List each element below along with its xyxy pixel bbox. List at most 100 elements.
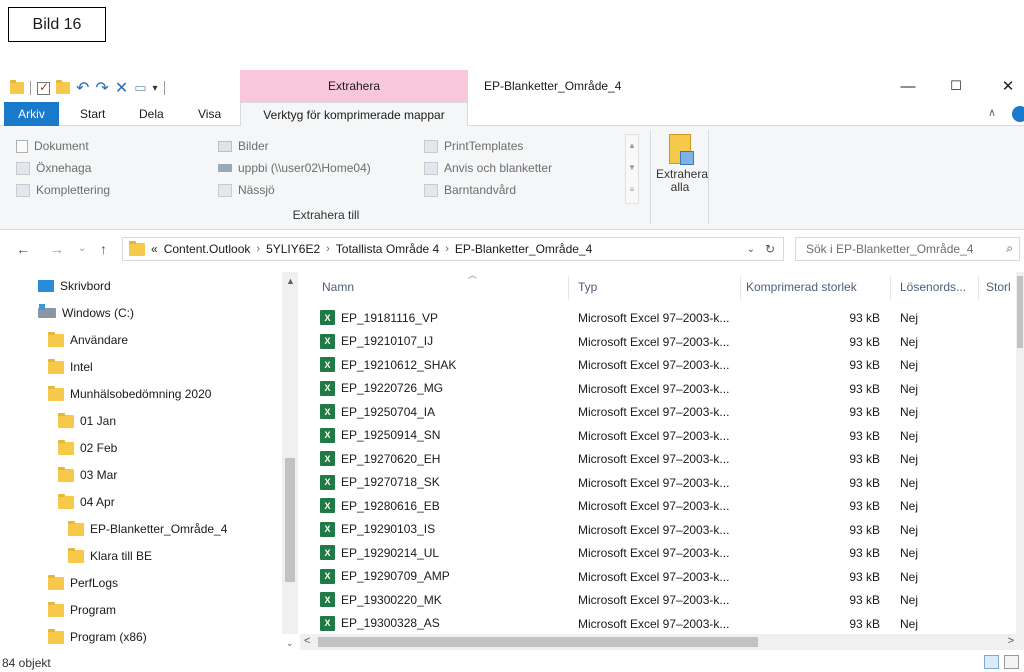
forward-arrow-icon[interactable]: → xyxy=(50,241,64,257)
redo-icon[interactable]: ↷ xyxy=(95,78,108,98)
recent-locations-chevron-icon[interactable]: ⌄ xyxy=(78,243,86,254)
nav-item-desktop[interactable]: Skrivbord xyxy=(38,274,111,298)
breadcrumb-separator-icon[interactable]: › xyxy=(445,243,449,255)
file-password: Nej xyxy=(900,475,919,490)
gallery-more-icon[interactable]: ≡ xyxy=(626,179,638,201)
file-row[interactable]: X EP_19270620_EH Microsoft Excel 97–2003-k… xyxy=(300,447,1016,470)
scrollbar-thumb[interactable] xyxy=(1017,276,1023,348)
collapse-ribbon-icon[interactable]: ∧ xyxy=(988,106,996,119)
address-bar[interactable]: « Content.Outlook › 5YLIY6E2 › Totallist… xyxy=(122,237,784,261)
column-header-size[interactable]: Storl xyxy=(986,272,1011,302)
column-divider[interactable] xyxy=(568,276,569,300)
ribbon-dest-item[interactable]: Barntandvård xyxy=(424,180,516,200)
file-row[interactable]: X EP_19250704_IA Microsoft Excel 97–2003-k… xyxy=(300,400,1016,423)
nav-item-folder[interactable]: Intel xyxy=(48,355,93,379)
details-view-icon[interactable] xyxy=(984,655,999,669)
nav-item-folder[interactable]: Munhälsobedömning 2020 xyxy=(48,382,211,406)
ribbon-dest-item[interactable]: PrintTemplates xyxy=(424,136,523,156)
tab-start[interactable]: Start xyxy=(80,102,105,126)
nav-item-folder[interactable]: EP-Blanketter_Område_4 xyxy=(68,517,227,541)
delete-icon[interactable]: ✕ xyxy=(115,78,128,98)
breadcrumb-overflow[interactable]: « xyxy=(151,242,158,256)
new-folder-icon[interactable] xyxy=(56,80,70,94)
file-row[interactable]: X EP_19270718_SK Microsoft Excel 97–2003-k… xyxy=(300,471,1016,494)
file-row[interactable]: X EP_19290214_UL Microsoft Excel 97–2003-k… xyxy=(300,541,1016,564)
scrollbar-thumb[interactable] xyxy=(285,458,295,582)
tab-compressed-folder-tools[interactable]: Verktyg för komprimerade mappar xyxy=(240,102,468,127)
file-row[interactable]: X EP_19210612_SHAK Microsoft Excel 97–2003… xyxy=(300,353,1016,376)
gallery-down-icon[interactable]: ▼ xyxy=(626,157,638,179)
gallery-up-icon[interactable]: ▲ xyxy=(626,135,638,157)
breadcrumb-item[interactable]: 5YLIY6E2 xyxy=(266,242,320,256)
minimize-button[interactable]: — xyxy=(888,74,928,98)
nav-item-folder[interactable]: Program (x86) xyxy=(48,625,147,649)
breadcrumb-item[interactable]: Content.Outlook xyxy=(164,242,251,256)
ribbon-dest-item[interactable]: Anvis och blanketter xyxy=(424,158,552,178)
file-row[interactable]: X EP_19300328_AS Microsoft Excel 97–2003-k… xyxy=(300,612,1016,635)
nav-item-folder[interactable]: Program xyxy=(48,598,116,622)
back-arrow-icon[interactable]: ← xyxy=(16,241,30,257)
column-header-type[interactable]: Typ xyxy=(578,272,597,302)
nav-item-folder[interactable]: 01 Jan xyxy=(58,409,116,433)
file-row[interactable]: X EP_19280616_EB Microsoft Excel 97–2003-k… xyxy=(300,494,1016,517)
breadcrumb-item[interactable]: Totallista Område 4 xyxy=(336,242,439,256)
ribbon-dest-item[interactable]: Öxnehaga xyxy=(16,158,91,178)
file-row[interactable]: X EP_19210107_IJ Microsoft Excel 97–2003-k… xyxy=(300,330,1016,353)
ribbon-dest-item[interactable]: Bilder xyxy=(218,136,269,156)
column-header-name[interactable]: Namn xyxy=(322,272,354,302)
rename-icon[interactable]: ▭ xyxy=(134,80,146,96)
large-icons-view-icon[interactable] xyxy=(1004,655,1019,669)
tab-file[interactable]: Arkiv xyxy=(4,102,59,126)
undo-icon[interactable]: ↶ xyxy=(76,78,89,98)
scrollbar-thumb[interactable] xyxy=(318,637,758,647)
breadcrumb-item[interactable]: EP-Blanketter_Område_4 xyxy=(455,242,592,256)
ribbon-gallery-scroll[interactable]: ▲ ▼ ≡ xyxy=(625,134,639,204)
nav-scrollbar[interactable]: ▲ ⌄ xyxy=(282,272,298,648)
ribbon-dest-item[interactable]: uppbi (\\user02\Home04) xyxy=(218,158,371,178)
scroll-up-icon[interactable]: ▲ xyxy=(286,276,295,286)
nav-item-windows-c[interactable]: Windows (C:) xyxy=(38,301,134,325)
ribbon-dest-item[interactable]: Nässjö xyxy=(218,180,275,200)
close-button[interactable]: ✕ xyxy=(988,74,1024,98)
up-arrow-icon[interactable]: ↑ xyxy=(100,241,107,257)
tab-share[interactable]: Dela xyxy=(139,102,164,126)
refresh-icon[interactable]: ↻ xyxy=(765,242,775,256)
scroll-down-icon[interactable]: ⌄ xyxy=(286,638,294,649)
scroll-left-icon[interactable]: < xyxy=(304,635,310,647)
column-divider[interactable] xyxy=(890,276,891,300)
properties-check-icon[interactable] xyxy=(37,80,50,95)
scroll-right-icon[interactable]: > xyxy=(1008,635,1014,647)
nav-item-folder[interactable]: Klara till BE xyxy=(68,544,152,568)
breadcrumb-separator-icon[interactable]: › xyxy=(326,243,330,255)
ribbon-dest-item[interactable]: Komplettering xyxy=(16,180,110,200)
file-row[interactable]: X EP_19250914_SN Microsoft Excel 97–2003-k… xyxy=(300,424,1016,447)
file-row[interactable]: X EP_19290709_AMP Microsoft Excel 97–2003-… xyxy=(300,565,1016,588)
folder-icon[interactable] xyxy=(10,80,24,94)
customize-toolbar-chevron-icon[interactable]: ▾ xyxy=(153,83,158,94)
file-row[interactable]: X EP_19220726_MG Microsoft Excel 97–2003-k… xyxy=(300,377,1016,400)
nav-item-folder[interactable]: 03 Mar xyxy=(58,463,117,487)
nav-item-folder[interactable]: 04 Apr xyxy=(58,490,115,514)
horizontal-scrollbar[interactable]: < > xyxy=(300,634,1024,650)
file-row[interactable]: X EP_19181116_VP Microsoft Excel 97–2003-k… xyxy=(300,306,1016,329)
file-list-scrollbar[interactable] xyxy=(1016,272,1024,634)
tab-view[interactable]: Visa xyxy=(198,102,221,126)
address-dropdown-icon[interactable]: ⌄ xyxy=(747,244,755,255)
breadcrumb-separator-icon[interactable]: › xyxy=(256,243,260,255)
extract-all-button[interactable]: Extrahera alla xyxy=(656,134,708,194)
help-icon[interactable] xyxy=(1012,106,1024,122)
column-divider[interactable] xyxy=(740,276,741,300)
column-header-password[interactable]: Lösenords... xyxy=(900,272,966,302)
nav-item-folder[interactable]: Användare xyxy=(48,328,128,352)
search-icon[interactable]: ⌕ xyxy=(1006,241,1013,256)
file-row[interactable]: X EP_19290103_IS Microsoft Excel 97–2003-k… xyxy=(300,518,1016,541)
column-divider[interactable] xyxy=(978,276,979,300)
column-header-compressed-size[interactable]: Komprimerad storlek xyxy=(746,272,857,302)
maximize-button[interactable]: ☐ xyxy=(936,74,976,98)
nav-item-folder[interactable]: 02 Feb xyxy=(58,436,117,460)
ribbon-dest-item[interactable]: Dokument xyxy=(16,136,89,156)
nav-item-folder[interactable]: PerfLogs xyxy=(48,571,118,595)
folder-icon xyxy=(48,574,64,590)
search-input[interactable]: Sök i EP-Blanketter_Område_4 ⌕ xyxy=(795,237,1020,261)
file-row[interactable]: X EP_19300220_MK Microsoft Excel 97–2003-k… xyxy=(300,588,1016,611)
